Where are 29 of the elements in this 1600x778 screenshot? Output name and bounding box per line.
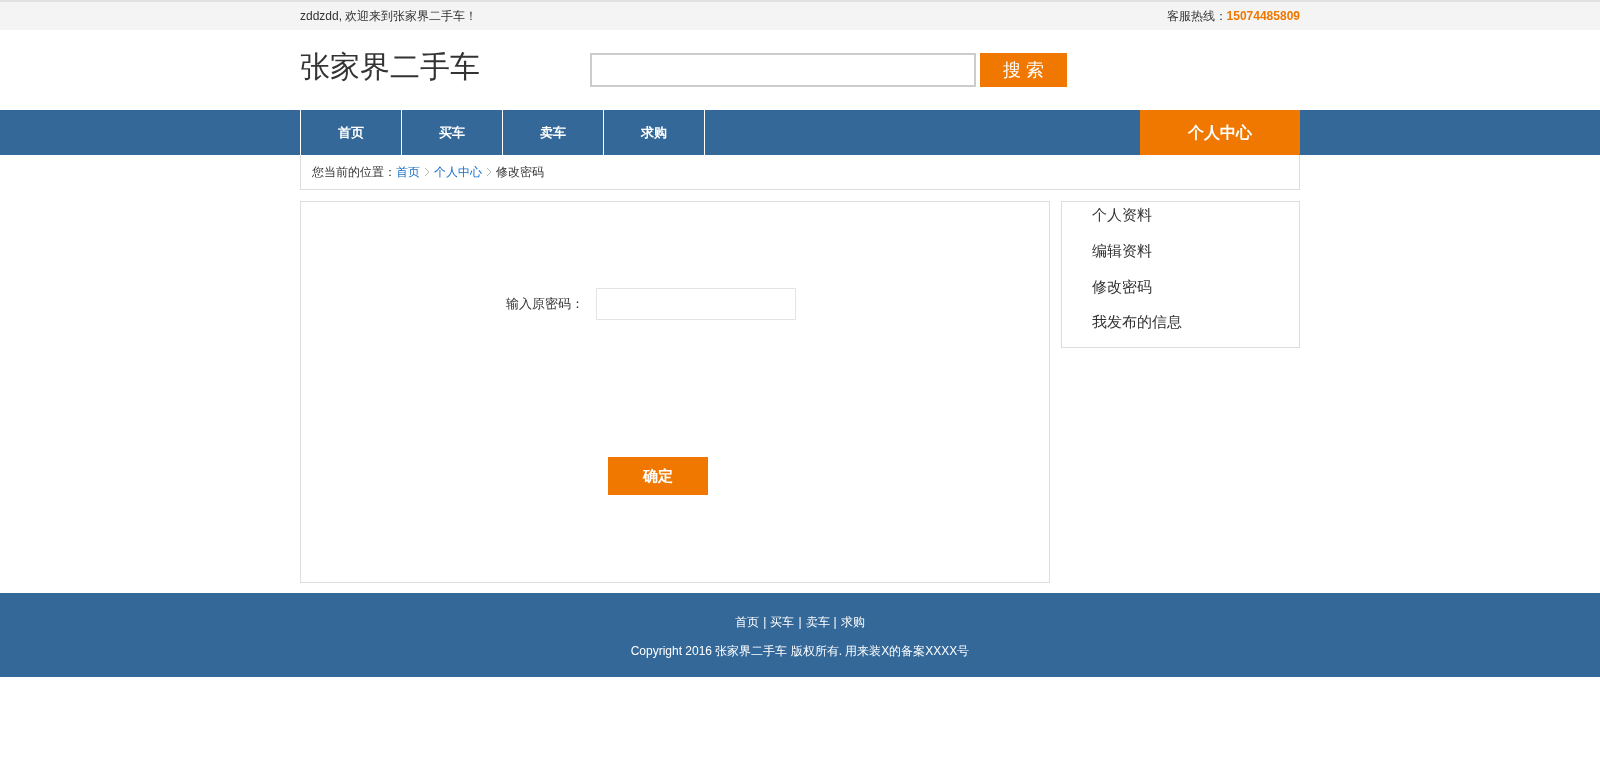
- nav-link[interactable]: 求购: [604, 110, 705, 155]
- breadcrumb-link[interactable]: 首页: [396, 163, 420, 181]
- separator-text: |: [798, 614, 802, 631]
- search-field[interactable]: [590, 53, 976, 87]
- footer-link[interactable]: 首页: [735, 613, 760, 631]
- copyright-text: Copyright 2016 张家界二手车 版权所有. 用来装X的备案XXXX号: [630, 643, 970, 660]
- breadcrumb-current: 修改密码: [496, 164, 544, 181]
- separator-text: |: [833, 614, 837, 631]
- hotline-number: 15074485809: [1226, 8, 1300, 25]
- sidebar-link[interactable]: 我发布的信息: [1092, 311, 1299, 347]
- footer-link[interactable]: 求购: [840, 613, 865, 631]
- nav-link[interactable]: 买车: [402, 110, 503, 155]
- welcome-text: zddzdd, 欢迎来到张家界二手车！: [300, 8, 478, 25]
- footer-link[interactable]: 卖车: [805, 613, 830, 631]
- separator-text: |: [763, 614, 767, 631]
- sidebar-link[interactable]: 修改密码: [1092, 275, 1299, 312]
- sidebar-link[interactable]: 编辑资料: [1092, 239, 1299, 276]
- chevron-icon: [424, 167, 430, 177]
- field-label: 输入原密码：: [505, 295, 585, 314]
- password-field[interactable]: [596, 288, 796, 320]
- hotline-label: 客服热线：: [1166, 8, 1227, 25]
- footer-link[interactable]: 买车: [770, 613, 795, 631]
- sidebar-link[interactable]: 个人资料: [1092, 204, 1299, 240]
- breadcrumb-link[interactable]: 个人中心: [434, 163, 482, 181]
- nav-link[interactable]: 首页: [301, 110, 402, 155]
- nav-link[interactable]: 卖车: [503, 110, 604, 155]
- chevron-icon: [486, 167, 492, 177]
- breadcrumb-label: 您当前的位置：: [312, 164, 396, 181]
- site-logo[interactable]: 张家界二手车: [300, 43, 590, 89]
